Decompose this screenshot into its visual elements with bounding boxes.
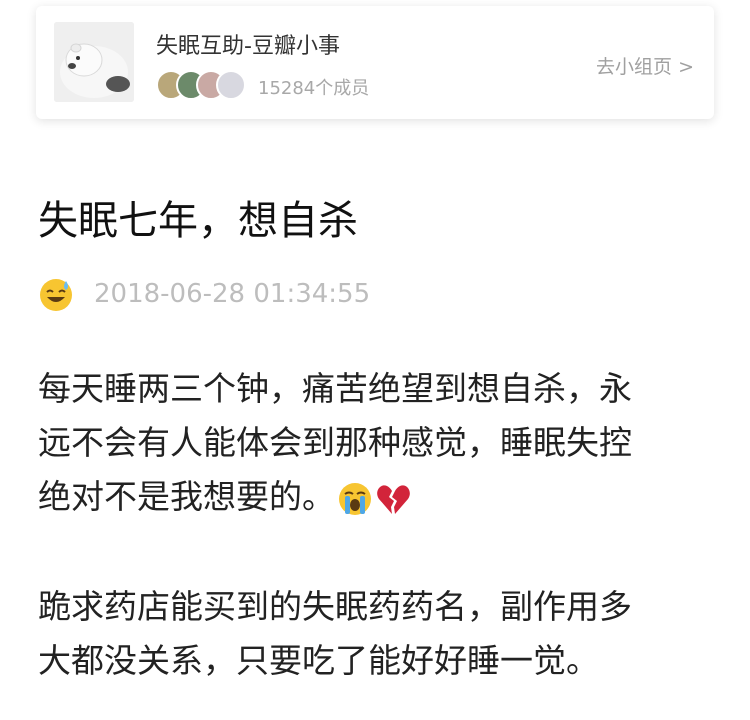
sweat-smile-emoji-icon[interactable] <box>38 277 74 313</box>
paragraph-line: 跪求药店能买到的失眠药药名，副作用多 <box>38 587 632 626</box>
member-count: 15284个成员 <box>258 78 370 99</box>
polar-bear-avatar-image <box>54 22 134 102</box>
group-card[interactable]: 失眠互助-豆瓣小事 15284个成员 去小组页 > <box>36 6 714 119</box>
crying-face-emoji-icon <box>339 482 371 515</box>
post-paragraph-1: 每天睡两三个钟，痛苦绝望到想自杀，永 远不会有人能体会到那种感觉，睡眠失控 绝对… <box>38 362 698 524</box>
paragraph-line-text: 绝对不是我想要的。 <box>38 477 335 516</box>
paragraph-line: 远不会有人能体会到那种感觉，睡眠失控 <box>38 423 632 462</box>
member-avatars <box>156 70 250 100</box>
broken-heart-emoji-icon <box>377 484 410 514</box>
go-to-group-link[interactable]: 去小组页 > <box>596 52 694 79</box>
group-name[interactable]: 失眠互助-豆瓣小事 <box>156 28 340 60</box>
paragraph-line: 大都没关系，只要吃了能好好睡一觉。 <box>38 641 599 680</box>
post-paragraph-2: 跪求药店能买到的失眠药药名，副作用多 大都没关系，只要吃了能好好睡一觉。 <box>38 580 698 688</box>
paragraph-line: 绝对不是我想要的。 <box>38 470 698 524</box>
paragraph-line: 每天睡两三个钟，痛苦绝望到想自杀，永 <box>38 369 632 408</box>
post-title: 失眠七年，想自杀 <box>38 198 358 244</box>
member-avatar <box>216 70 246 100</box>
group-avatar[interactable] <box>54 22 134 102</box>
post-timestamp: 2018-06-28 01:34:55 <box>94 279 371 309</box>
